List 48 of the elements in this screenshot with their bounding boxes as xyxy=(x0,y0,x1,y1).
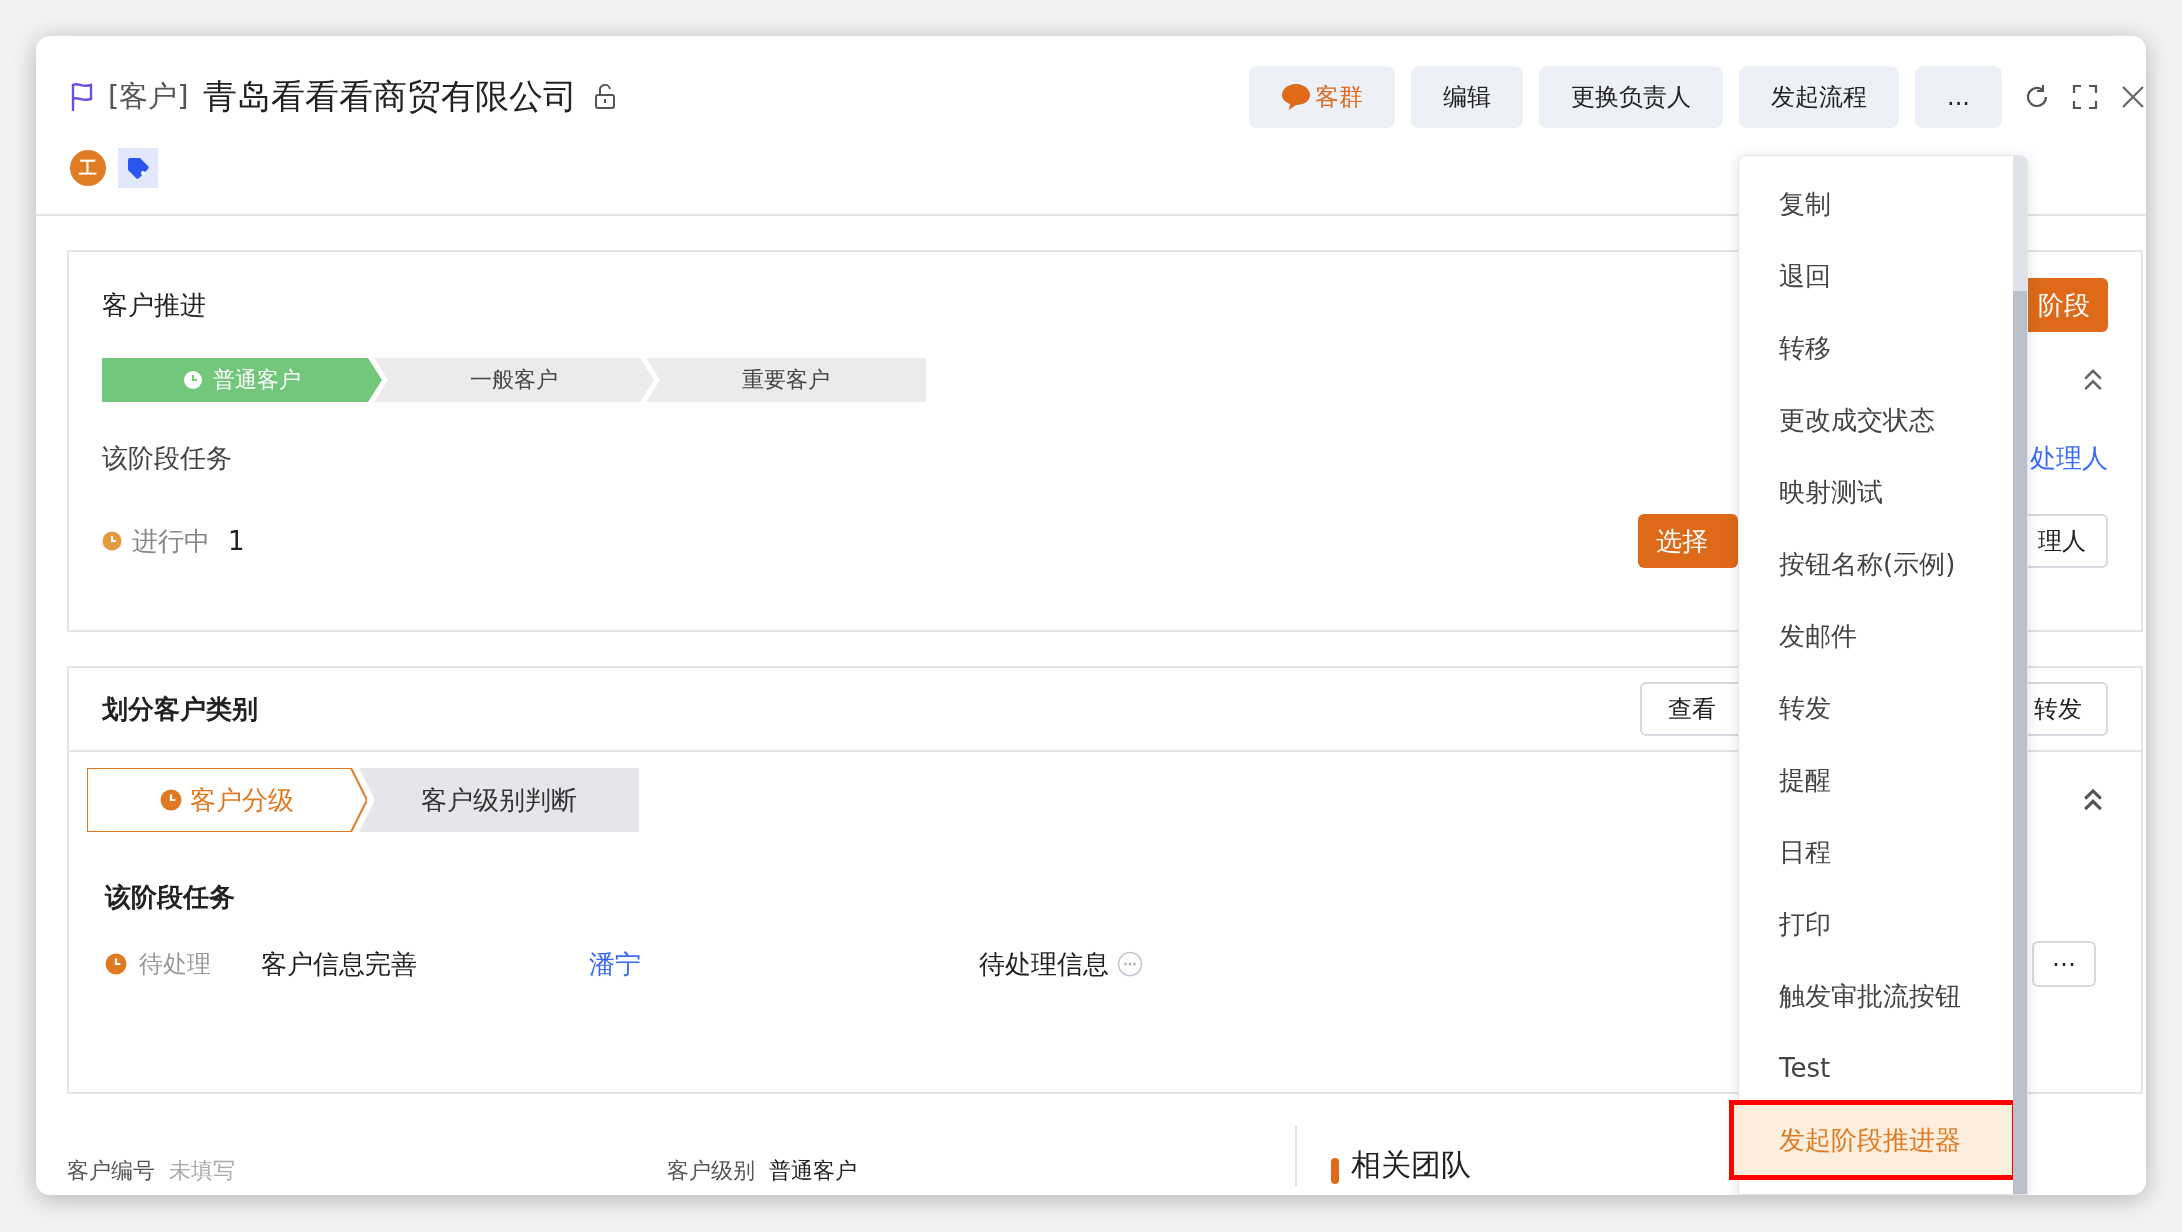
refresh-icon[interactable] xyxy=(2024,84,2050,110)
assignee-link[interactable]: 潘宁 xyxy=(589,946,979,982)
fullscreen-icon[interactable] xyxy=(2072,84,2098,110)
task-status: 待处理 xyxy=(139,949,212,980)
close-icon[interactable] xyxy=(2120,84,2146,110)
unlock-icon[interactable] xyxy=(592,84,617,110)
assign-link[interactable]: 处理人 xyxy=(2030,440,2108,476)
more-button[interactable]: ⋯ xyxy=(2032,941,2096,987)
section-heading: 该阶段任务 xyxy=(105,881,236,914)
section-title: 相关团队 xyxy=(1351,1146,1471,1184)
section-heading: 该阶段任务 xyxy=(102,441,232,475)
task-info: 待处理信息 xyxy=(979,947,1109,981)
header-button[interactable]: 更换负责人 xyxy=(1539,66,1724,128)
flag-icon xyxy=(70,82,94,112)
menu-item[interactable]: 日程 xyxy=(1739,816,2013,888)
tag-icon[interactable] xyxy=(118,148,158,188)
task-name: 客户信息完善 xyxy=(261,947,418,981)
clock-icon xyxy=(183,370,203,390)
chat-bubble-icon xyxy=(1281,83,1312,111)
field-label: 客户级别 xyxy=(667,1157,755,1185)
menu-item[interactable]: 复制 xyxy=(1739,168,2013,240)
record-type: [客户] xyxy=(108,78,189,115)
menu-item[interactable]: 提醒 xyxy=(1739,744,2013,816)
header-button[interactable]: 编辑 xyxy=(1411,66,1524,128)
menu-item[interactable]: Test xyxy=(1739,1032,2013,1104)
scrollbar[interactable] xyxy=(2013,156,2027,1194)
card-title: 客户推进 xyxy=(102,288,206,322)
header-button[interactable]: ... xyxy=(1915,66,2002,128)
section-marker xyxy=(1331,1158,1339,1184)
clock-icon xyxy=(105,953,127,975)
field-value: 普通客户 xyxy=(769,1157,857,1185)
card-title: 划分客户类别 xyxy=(102,692,258,726)
window-title: 青岛看看看商贸有限公司 xyxy=(202,75,577,118)
stage-step[interactable]: 客户级别判断 xyxy=(359,768,639,832)
stage-step[interactable]: 一般客户 xyxy=(374,358,654,402)
field-value: 未填写 xyxy=(169,1157,235,1185)
task-count: 1 xyxy=(228,526,245,556)
menu-item[interactable]: 触发审批流按钮 xyxy=(1739,960,2013,1032)
menu-item[interactable]: 发邮件 xyxy=(1739,600,2013,672)
header-button[interactable]: 发起流程 xyxy=(1739,66,1900,128)
clock-icon xyxy=(102,531,122,551)
owner-badge: 工 xyxy=(70,150,106,186)
task-status: 进行中 xyxy=(132,524,210,558)
menu-item[interactable]: 打印 xyxy=(1739,888,2013,960)
clock-icon xyxy=(160,789,182,811)
stage-step[interactable]: 重要客户 xyxy=(646,358,926,402)
menu-item[interactable]: 更改成交状态 xyxy=(1739,384,2013,456)
field-label: 客户编号 xyxy=(67,1157,155,1185)
